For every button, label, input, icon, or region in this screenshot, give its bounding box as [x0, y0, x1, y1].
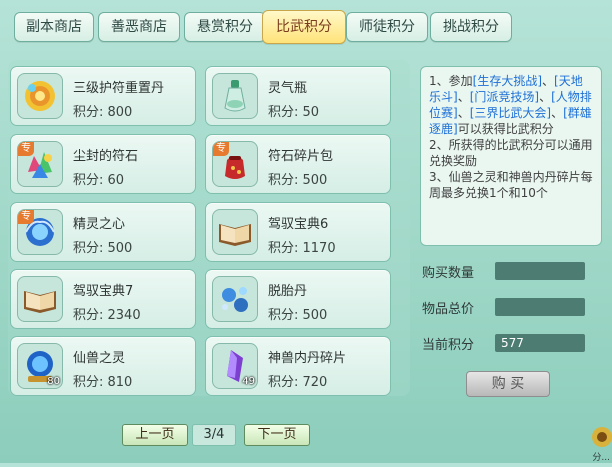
item-points: 积分: 2340 [73, 308, 141, 323]
shop-item[interactable]: 49 神兽内丹碎片 积分: 720 [205, 336, 391, 396]
exclusive-tag: 专 [18, 142, 34, 156]
purple-crystal-icon: 49 [212, 343, 258, 389]
tab-bounty-points[interactable]: 悬赏积分 [184, 12, 266, 42]
pill-icon [212, 276, 258, 322]
item-points: 积分: 720 [268, 375, 328, 390]
quantity-label: 购买数量 [422, 266, 475, 281]
next-page-button[interactable]: 下一页 [244, 424, 310, 446]
page-indicator: 3/4 [192, 424, 236, 446]
item-points: 积分: 800 [73, 105, 133, 120]
total-price-label: 物品总价 [422, 302, 475, 317]
shop-item[interactable]: 80 仙兽之灵 积分: 810 [10, 336, 196, 396]
rules-description: 1、参加[生存大挑战]、[天地乐斗]、[门派竞技场]、[人物排位赛]、[三界比武… [420, 66, 602, 246]
item-name: 精灵之心 [73, 217, 126, 232]
tab-mentor-points[interactable]: 师徒积分 [346, 12, 428, 42]
item-count: 49 [242, 376, 255, 387]
current-points-label: 当前积分 [422, 338, 475, 353]
shop-item[interactable]: 驾驭宝典7 积分: 2340 [10, 269, 196, 329]
corner-text: 分... [592, 453, 610, 463]
bottle-icon [212, 73, 258, 119]
desc-separator: 、 [542, 74, 555, 88]
item-name: 仙兽之灵 [73, 351, 126, 366]
exclusive-tag: 专 [18, 210, 34, 224]
item-points: 积分: 500 [268, 173, 328, 188]
shop-tab-bar: 副本商店 善恶商店 悬赏积分 比武积分 师徒积分 挑战积分 [14, 10, 514, 44]
desc-line3: 3、仙兽之灵和神兽内丹碎片每周最多兑换1个和10个 [429, 170, 593, 200]
tab-arena-points[interactable]: 比武积分 [262, 10, 346, 44]
item-count: 80 [47, 376, 60, 387]
gold-pill-icon [17, 73, 63, 119]
shop-item[interactable]: 专 精灵之心 积分: 500 [10, 202, 196, 262]
tab-karma-shop[interactable]: 善恶商店 [98, 12, 180, 42]
desc-line1-suffix: 可以获得比武积分 [457, 122, 554, 136]
item-name: 尘封的符石 [73, 149, 139, 164]
desc-line2: 2、所获得的比武积分可以通用兑换奖励 [429, 138, 593, 168]
desc-line1-prefix: 1、参加 [429, 74, 473, 88]
desc-separator: 、 [539, 90, 552, 104]
link-survival-challenge[interactable]: [生存大挑战] [473, 74, 542, 88]
shop-item[interactable]: 脱胎丹 积分: 500 [205, 269, 391, 329]
desc-separator: 、 [551, 106, 564, 120]
item-name: 符石碎片包 [268, 149, 334, 164]
prev-page-button[interactable]: 上一页 [122, 424, 188, 446]
total-price-field [495, 298, 585, 316]
shop-item[interactable]: 专 尘封的符石 积分: 60 [10, 134, 196, 194]
link-three-realms-tournament[interactable]: [三界比武大会] [470, 106, 551, 120]
quantity-input[interactable] [495, 262, 585, 280]
link-sect-arena[interactable]: [门派竞技场] [470, 90, 539, 104]
current-points-field: 577 [495, 334, 585, 352]
desc-separator: 、 [457, 90, 470, 104]
book-icon [17, 276, 63, 322]
item-points: 积分: 500 [268, 308, 328, 323]
buy-button[interactable]: 购 买 [466, 371, 550, 397]
book-icon [212, 209, 258, 255]
shop-item[interactable]: 专 符石碎片包 积分: 500 [205, 134, 391, 194]
item-points: 积分: 1170 [268, 241, 336, 256]
tab-dungeon-shop[interactable]: 副本商店 [14, 12, 94, 42]
tab-challenge-points[interactable]: 挑战积分 [430, 12, 512, 42]
blue-orb-icon: 80 [17, 343, 63, 389]
desc-separator: 、 [457, 106, 470, 120]
corner-decoration: 分... [584, 407, 612, 463]
item-name: 驾驭宝典7 [73, 284, 134, 299]
item-name: 神兽内丹碎片 [268, 351, 347, 366]
item-name: 三级护符重置丹 [73, 81, 165, 96]
shop-item[interactable]: 三级护符重置丹 积分: 800 [10, 66, 196, 126]
spirit-heart-icon: 专 [17, 209, 63, 255]
shop-item[interactable]: 灵气瓶 积分: 50 [205, 66, 391, 126]
shop-item[interactable]: 驾驭宝典6 积分: 1170 [205, 202, 391, 262]
gem-cluster-icon: 专 [17, 141, 63, 187]
item-points: 积分: 60 [73, 173, 125, 188]
item-name: 灵气瓶 [268, 81, 308, 96]
item-points: 积分: 810 [73, 375, 133, 390]
exclusive-tag: 专 [213, 142, 229, 156]
item-points: 积分: 50 [268, 105, 320, 120]
item-name: 驾驭宝典6 [268, 217, 329, 232]
item-name: 脱胎丹 [268, 284, 308, 299]
pouch-icon: 专 [212, 141, 258, 187]
item-points: 积分: 500 [73, 241, 133, 256]
